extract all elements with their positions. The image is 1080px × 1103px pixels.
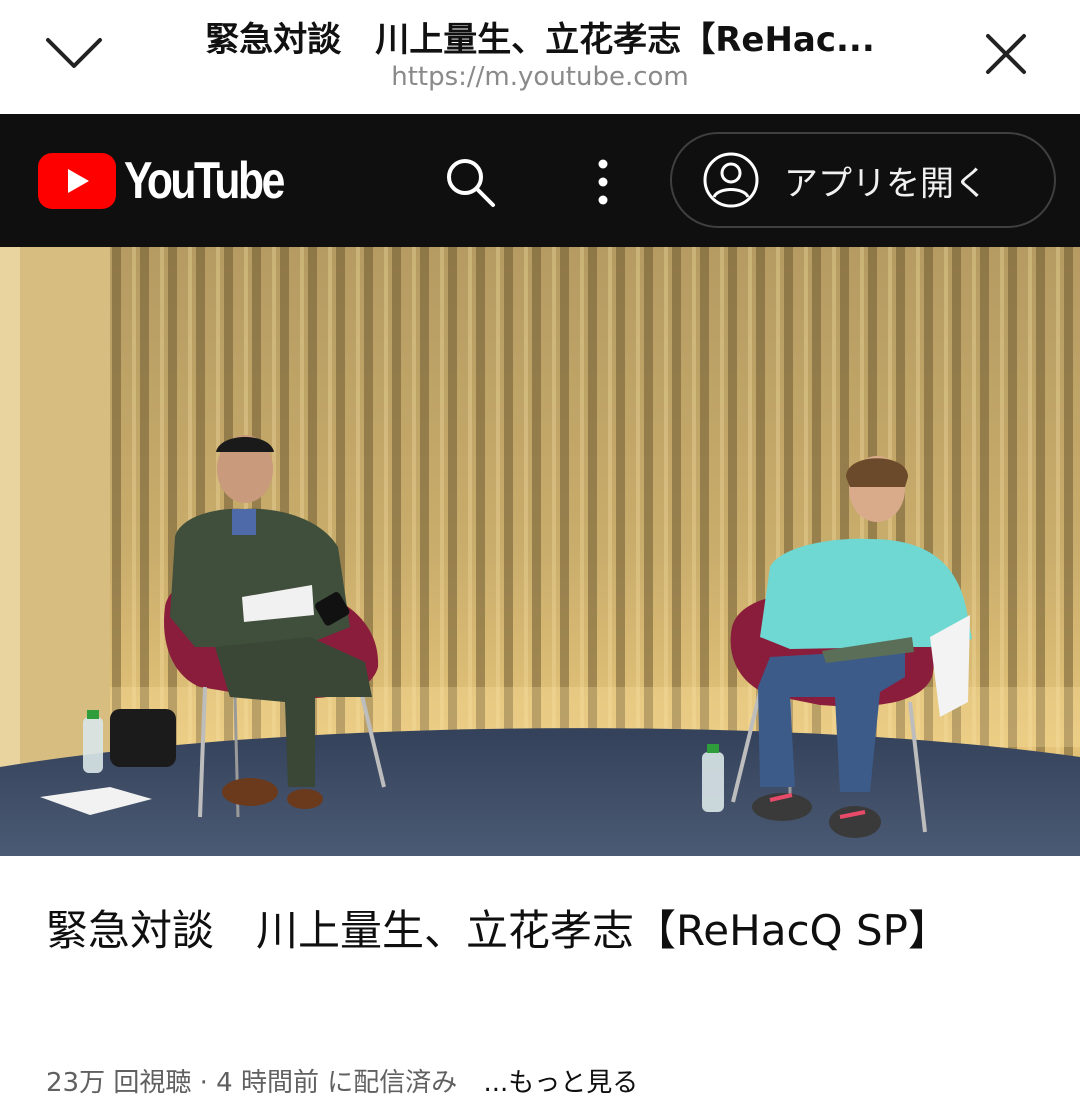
browser-bar: 緊急対談 川上量生、立花孝志【ReHac... https://m.youtub…: [0, 0, 1080, 114]
stream-time: 4 時間前: [216, 1068, 319, 1098]
show-more-link[interactable]: ...もっと見る: [484, 1068, 639, 1098]
youtube-logo[interactable]: YouTube: [38, 152, 318, 210]
video-metadata: 23万 回視聴 · 4 時間前 に配信済み ...もっと見る: [46, 1062, 1046, 1099]
browser-page-title: 緊急対談 川上量生、立花孝志【ReHac...: [205, 20, 875, 60]
search-icon[interactable]: [442, 154, 498, 210]
open-app-button[interactable]: アプリを開く: [670, 132, 1056, 228]
meta-separator: ·: [199, 1068, 208, 1098]
more-vertical-icon[interactable]: [575, 154, 631, 210]
youtube-play-icon: [38, 153, 116, 209]
video-frame: [0, 247, 1080, 856]
chevron-down-icon[interactable]: [42, 22, 106, 86]
video-title: 緊急対談 川上量生、立花孝志【ReHacQ SP】: [46, 906, 950, 955]
browser-url[interactable]: https://m.youtube.com: [130, 62, 950, 92]
open-app-label: アプリを開く: [784, 163, 988, 204]
view-count: 23万 回視聴: [46, 1068, 192, 1098]
youtube-header: YouTube アプリを開く: [0, 114, 1080, 247]
close-icon[interactable]: [974, 22, 1038, 86]
youtube-wordmark: YouTube: [124, 152, 285, 210]
account-icon: [702, 151, 760, 209]
video-player[interactable]: [0, 247, 1080, 856]
stream-status: に配信済み: [327, 1068, 458, 1098]
